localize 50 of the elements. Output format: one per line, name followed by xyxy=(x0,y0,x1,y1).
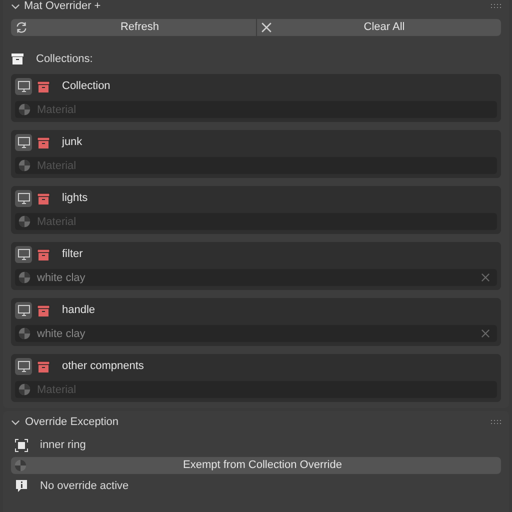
material-field[interactable]: white clay xyxy=(15,325,497,342)
panel-title[interactable]: Override Exception xyxy=(25,414,119,430)
material-sphere-icon xyxy=(18,327,31,340)
refresh-button[interactable]: Refresh xyxy=(11,19,256,36)
monitor-toggle-button[interactable] xyxy=(15,134,32,151)
status-text: No override active xyxy=(40,478,129,494)
material-sphere-icon xyxy=(18,215,31,228)
collections-label: Collections: xyxy=(36,52,93,67)
clear-icon[interactable] xyxy=(481,273,490,282)
material-sphere-icon xyxy=(18,103,31,116)
monitor-icon xyxy=(18,249,30,260)
collection-name: Collection xyxy=(62,79,110,94)
monitor-icon xyxy=(18,137,30,148)
collection-name: junk xyxy=(62,135,82,150)
monitor-toggle-button[interactable] xyxy=(15,190,32,207)
box-icon xyxy=(11,53,24,65)
monitor-icon xyxy=(18,305,30,316)
info-icon xyxy=(15,479,28,493)
box-icon xyxy=(37,192,50,204)
box-icon xyxy=(37,304,50,316)
clear-icon[interactable] xyxy=(481,329,490,338)
box-icon xyxy=(37,360,50,372)
exempt-button[interactable]: Exempt from Collection Override xyxy=(11,457,501,474)
material-sphere-icon xyxy=(18,271,31,284)
clear-all-button[interactable]: Clear All xyxy=(256,19,501,36)
box-icon xyxy=(37,136,50,148)
collection-name: filter xyxy=(62,247,83,262)
close-icon xyxy=(260,22,272,33)
monitor-toggle-button[interactable] xyxy=(15,78,32,95)
monitor-icon xyxy=(18,81,30,92)
box-icon xyxy=(37,248,50,260)
box-icon xyxy=(37,80,50,92)
monitor-toggle-button[interactable] xyxy=(15,358,32,375)
material-sphere-icon xyxy=(14,459,27,472)
monitor-icon xyxy=(18,361,30,372)
panel-title[interactable]: Mat Overrider + xyxy=(24,0,101,12)
material-sphere-icon xyxy=(18,383,31,396)
chevron-icon[interactable] xyxy=(11,2,20,10)
chevron-icon[interactable] xyxy=(11,418,20,426)
refresh-icon xyxy=(15,21,28,34)
collection-name: handle xyxy=(62,303,96,318)
object-icon xyxy=(15,438,28,452)
material-field[interactable]: white clay xyxy=(15,269,497,286)
collection-name: other compnents xyxy=(62,359,144,374)
monitor-toggle-button[interactable] xyxy=(15,302,32,319)
monitor-toggle-button[interactable] xyxy=(15,246,32,263)
monitor-icon xyxy=(18,193,30,204)
object-name: inner ring xyxy=(40,438,86,453)
material-sphere-icon xyxy=(18,159,31,172)
collection-name: lights xyxy=(62,191,88,206)
